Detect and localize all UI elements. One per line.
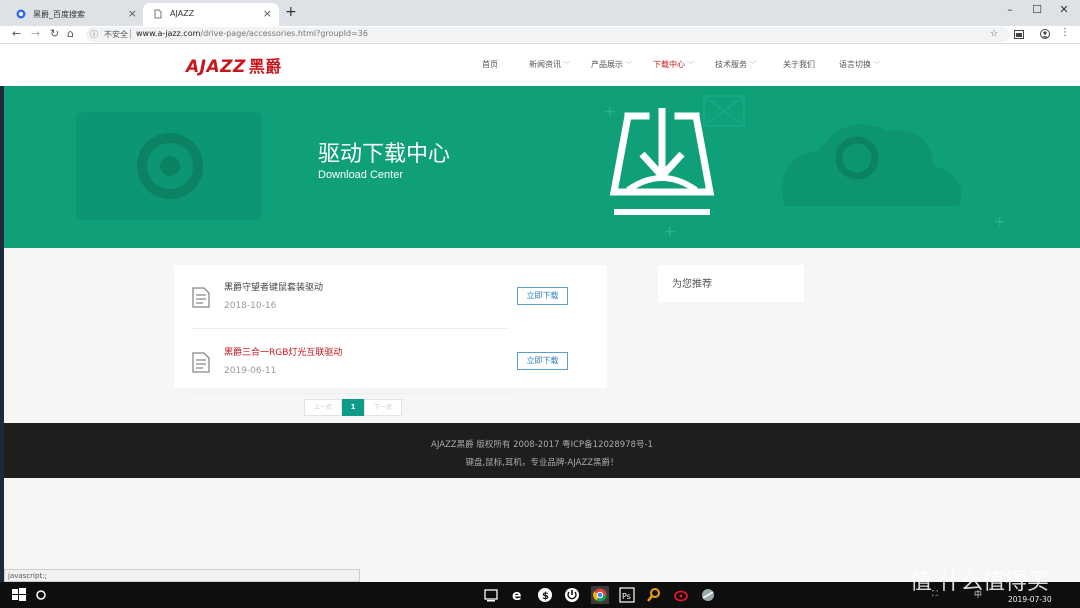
browser-toolbar: ← → ↻ ⌂ ⓘ 不安全 www.a-jazz.com/drive-page/… — [0, 26, 1080, 44]
chevron-down-icon: ﹀ — [625, 61, 632, 69]
next-page-button[interactable]: 下一页 — [364, 399, 402, 416]
dollar-app-icon[interactable]: $ — [536, 586, 554, 604]
nav-label: 首页 — [482, 60, 498, 69]
tab-ajazz[interactable]: AJAZZ × — [143, 3, 279, 26]
logo-text: AJAZZ — [186, 57, 246, 77]
address-bar[interactable]: ⓘ 不安全 www.a-jazz.com/drive-page/accessor… — [86, 27, 1010, 42]
document-icon — [192, 352, 210, 373]
list-item: 黑爵守望者键鼠套装驱动 2018-10-16 立即下载 — [174, 265, 607, 325]
watermark-logo: 值 什么值得买 — [910, 570, 1049, 595]
edge-browser-icon[interactable]: e — [509, 586, 527, 604]
reload-button[interactable]: ↻ — [50, 27, 59, 40]
site-logo[interactable]: AJAZZ 黑爵 — [186, 53, 282, 77]
tab-label: AJAZZ — [170, 9, 195, 18]
download-button[interactable]: 立即下载 — [517, 287, 568, 305]
banner-decoration: + + + — [76, 95, 1006, 240]
url-host: www.a-jazz.com — [136, 29, 201, 38]
main-content: 黑爵守望者键鼠套装驱动 2018-10-16 立即下载 黑爵三合一RGB灯光互联… — [4, 248, 1080, 423]
chevron-down-icon: ﹀ — [873, 61, 880, 69]
nav-language[interactable]: 语言切换 ﹀ — [839, 59, 880, 70]
site-header: AJAZZ 黑爵 首页 新闻资讯 ﹀ 产品展示 ﹀ 下载中心 ﹀ 技术服务 ﹀ 关于我们 … — [0, 44, 1080, 86]
nav-label: 新闻资讯 — [529, 60, 561, 69]
recommend-panel: 为您推荐 — [658, 265, 804, 302]
footer-copyright: AJAZZ黑爵 版权所有 2008-2017 粤ICP备12028978号-1 — [431, 440, 653, 450]
svg-text:e: e — [512, 588, 522, 604]
extension-icon[interactable] — [1014, 30, 1024, 39]
app-icon[interactable] — [699, 586, 717, 604]
nav-support[interactable]: 技术服务 ﹀ — [715, 59, 756, 70]
tab-baidu[interactable]: 黑爵_百度搜索 × — [6, 3, 144, 26]
chrome-icon[interactable] — [591, 586, 609, 604]
tab-close-icon[interactable]: × — [128, 7, 137, 20]
nav-news[interactable]: 新闻资讯 ﹀ — [529, 59, 570, 70]
home-button[interactable]: ⌂ — [67, 27, 74, 40]
nav-home[interactable]: 首页 — [482, 59, 498, 70]
menu-kebab-icon[interactable]: ⋮ — [1060, 27, 1070, 38]
download-date: 2018-10-16 — [224, 301, 277, 311]
download-tray-icon — [609, 108, 715, 215]
browser-window: 黑爵_百度搜索 × AJAZZ × + – ☐ ✕ ← → ↻ ⌂ ⓘ 不安全 … — [0, 0, 1080, 582]
chevron-down-icon: ﹀ — [749, 61, 756, 69]
nav-label: 产品展示 — [591, 60, 623, 69]
document-icon — [192, 287, 210, 308]
date-label[interactable]: 2019-07-30 — [1008, 595, 1052, 604]
recommend-title: 为您推荐 — [672, 279, 712, 290]
nav-label: 关于我们 — [783, 60, 815, 69]
banner-title: 驱动下载中心 — [318, 142, 451, 167]
prev-page-button[interactable]: 上一页 — [304, 399, 342, 416]
search-icon[interactable] — [32, 586, 50, 604]
photoshop-icon[interactable]: Ps — [618, 586, 636, 604]
status-bar: javascript:; — [4, 569, 360, 582]
tab-close-icon[interactable]: × — [263, 7, 272, 20]
list-item: 黑爵三合一RGB灯光互联驱动 2019-06-11 立即下载 — [174, 330, 607, 390]
svg-text:+: + — [994, 214, 1006, 230]
url-text[interactable]: www.a-jazz.com/drive-page/accessories.ht… — [136, 29, 368, 38]
divider — [192, 328, 510, 329]
close-window-button[interactable]: ✕ — [1054, 3, 1074, 16]
new-tab-button[interactable]: + — [285, 4, 297, 20]
security-label[interactable]: 不安全 — [104, 29, 128, 40]
page-number-button[interactable]: 1 — [342, 399, 364, 416]
windows-start-icon[interactable] — [10, 586, 28, 604]
download-title[interactable]: 黑爵守望者键鼠套装驱动 — [224, 280, 323, 293]
baidu-favicon-icon — [16, 9, 26, 19]
download-button[interactable]: 立即下载 — [517, 352, 568, 370]
nav-products[interactable]: 产品展示 ﹀ — [591, 59, 632, 70]
task-view-icon[interactable] — [482, 586, 500, 604]
footer-tagline: 键盘,鼠标,耳机，专业品牌-AJAZZ黑爵！ — [465, 458, 619, 468]
svg-text:Ps: Ps — [622, 592, 631, 601]
logo-cn: 黑爵 — [248, 57, 282, 76]
nav-about[interactable]: 关于我们 — [783, 59, 815, 70]
chevron-down-icon: ﹀ — [563, 61, 570, 69]
profile-avatar-icon[interactable] — [1040, 29, 1050, 39]
nav-downloads[interactable]: 下载中心 ﹀ — [653, 59, 694, 70]
nav-label: 技术服务 — [715, 60, 747, 69]
svg-text:+: + — [664, 224, 676, 240]
nav-label: 下载中心 — [653, 60, 685, 69]
divider — [130, 29, 131, 39]
search-app-icon[interactable] — [645, 586, 663, 604]
back-button[interactable]: ← — [12, 27, 21, 40]
tab-label: 黑爵_百度搜索 — [33, 10, 85, 19]
forward-button[interactable]: → — [31, 27, 40, 40]
banner-subtitle: Download Center — [318, 169, 403, 181]
bookmark-star-icon[interactable]: ☆ — [990, 29, 998, 39]
tab-strip: 黑爵_百度搜索 × AJAZZ × + – ☐ ✕ — [0, 0, 1080, 26]
url-path: /drive-page/accessories.html?groupId=36 — [200, 29, 368, 38]
divider — [192, 393, 510, 394]
maximize-button[interactable]: ☐ — [1027, 3, 1047, 16]
power-app-icon[interactable] — [563, 586, 581, 604]
minimize-button[interactable]: – — [1000, 3, 1020, 16]
nav-label: 语言切换 — [839, 60, 871, 69]
download-date: 2019-06-11 — [224, 366, 277, 376]
weibo-icon[interactable] — [672, 586, 690, 604]
page-favicon-icon — [154, 9, 162, 19]
download-title[interactable]: 黑爵三合一RGB灯光互联驱动 — [224, 345, 342, 358]
download-list: 黑爵守望者键鼠套装驱动 2018-10-16 立即下载 黑爵三合一RGB灯光互联… — [174, 265, 607, 388]
site-footer: AJAZZ黑爵 版权所有 2008-2017 粤ICP备12028978号-1 … — [4, 423, 1080, 478]
chevron-down-icon: ﹀ — [687, 61, 694, 69]
info-icon[interactable]: ⓘ — [90, 29, 98, 40]
svg-text:$: $ — [542, 591, 549, 602]
hero-banner: + + + 驱动下载中心 Download Center — [4, 86, 1080, 248]
